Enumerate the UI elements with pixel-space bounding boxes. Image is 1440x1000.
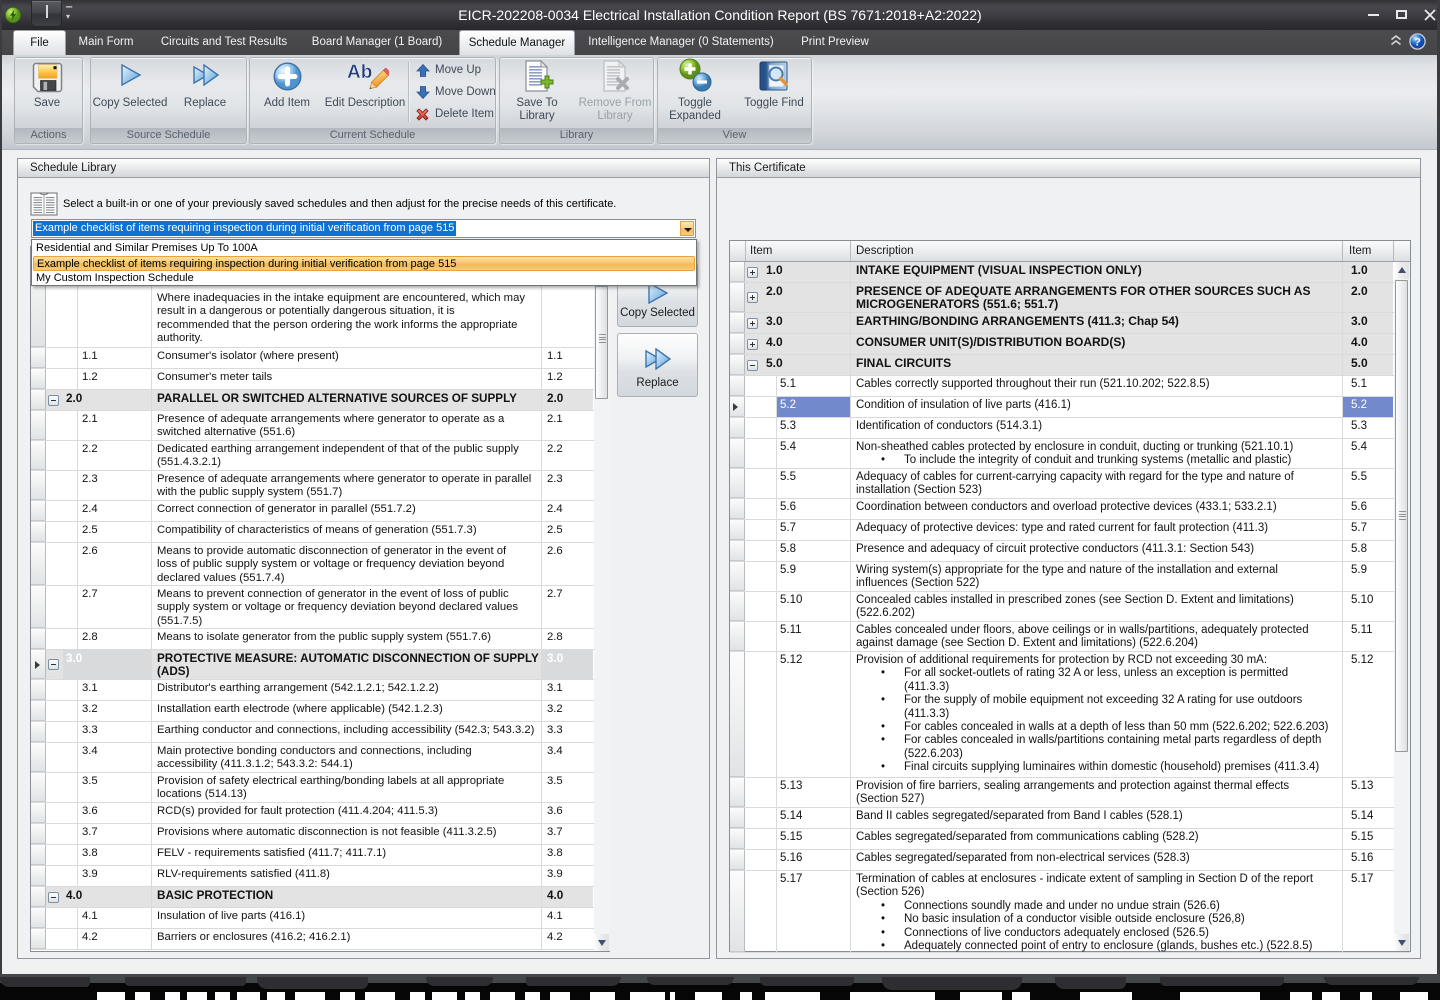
svg-text:Ab: Ab: [347, 62, 372, 83]
svg-text:?: ?: [1414, 37, 1421, 49]
